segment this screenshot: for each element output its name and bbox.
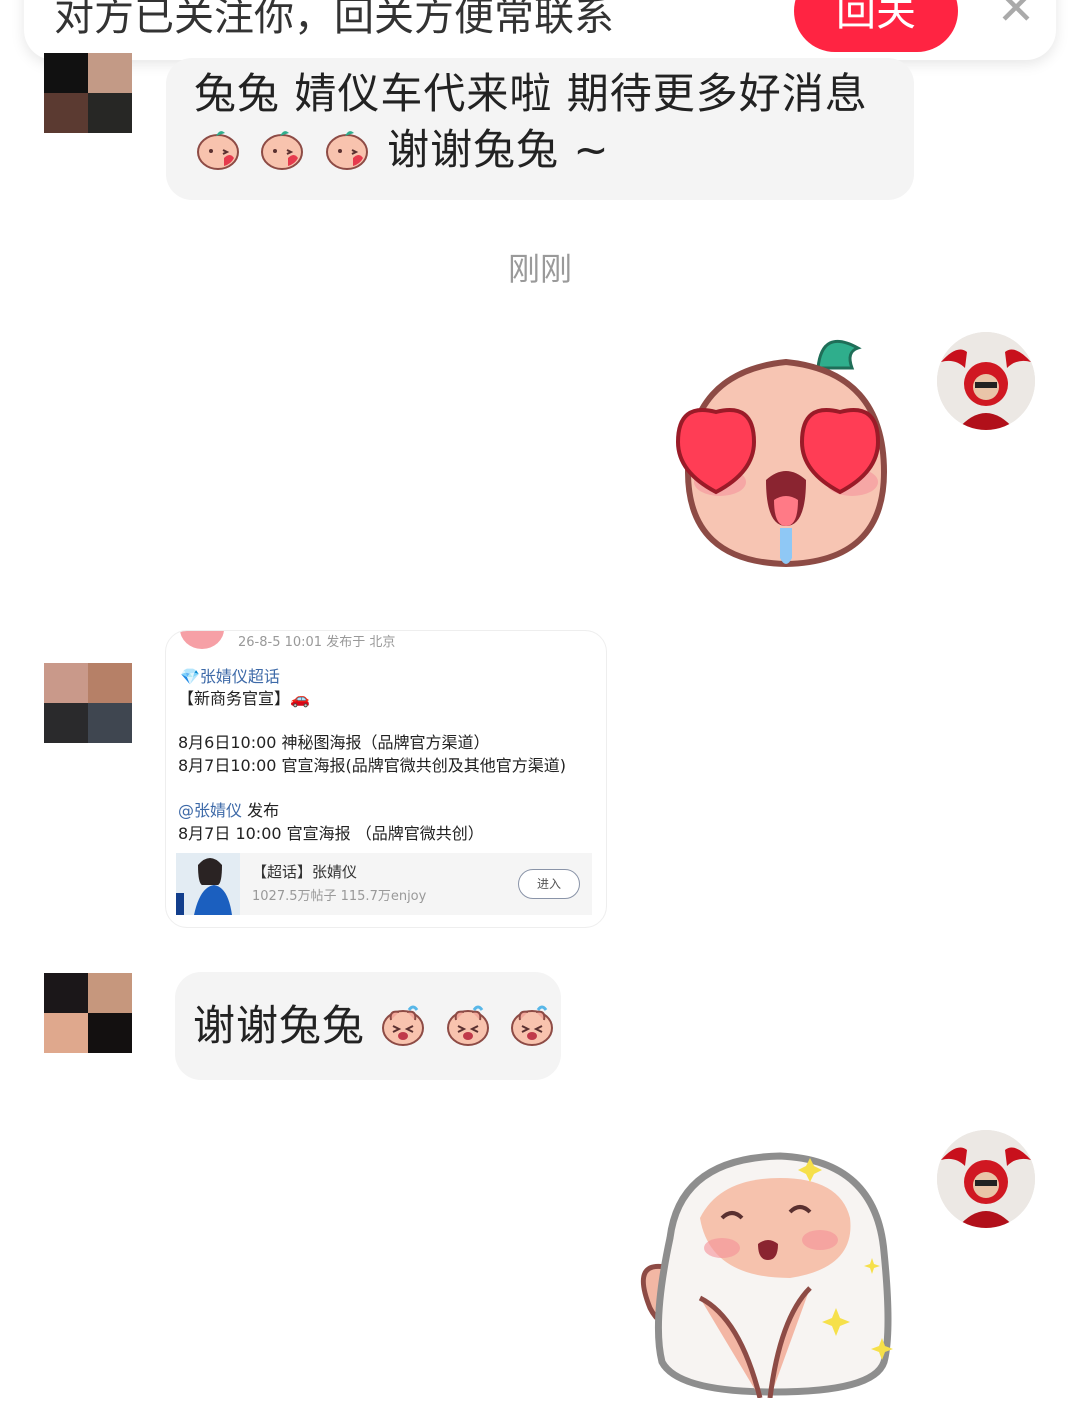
praying-sticker[interactable]	[640, 1148, 900, 1402]
follow-banner-text: 对方已关注你，回关方便常联系	[54, 0, 614, 40]
kiss-emoji-icon	[194, 125, 387, 174]
message-text: 兔兔 婧仪车代来啦 期待更多好消息	[194, 69, 868, 118]
supertopic-thumbnail	[176, 853, 240, 915]
post-line: 8月7日10:00 官宣海报(品牌官微共创及其他官方渠道)	[178, 756, 567, 775]
contact-avatar[interactable]	[44, 53, 132, 133]
self-avatar[interactable]	[937, 332, 1035, 430]
post-mention[interactable]: @张婧仪	[178, 801, 242, 820]
self-avatar[interactable]	[937, 1130, 1035, 1228]
message-bubble[interactable]: 兔兔 婧仪车代来啦 期待更多好消息 谢谢兔兔 ~	[166, 58, 914, 200]
post-topic[interactable]: 💎张婧仪超话	[180, 663, 280, 687]
supertopic-preview[interactable]: 【超话】张婧仪 1027.5万帖子 115.7万enjoy 进入	[176, 853, 592, 915]
close-icon[interactable]: ✕	[996, 0, 1036, 31]
message-text: 谢谢兔兔 ~	[387, 125, 610, 174]
post-line: 8月6日10:00 神秘图海报（品牌官方渠道）	[178, 733, 490, 752]
supertopic-title: 【超话】张婧仪	[252, 863, 358, 881]
message-bubble[interactable]: 谢谢兔兔	[175, 972, 561, 1080]
follow-banner: 对方已关注你，回关方便常联系 回关 ✕	[24, 0, 1056, 60]
message-text: 谢谢兔兔	[193, 1001, 366, 1050]
post-line: 8月7日 10:00 官宣海报 （品牌官微共创）	[178, 824, 484, 843]
contact-avatar[interactable]	[44, 973, 132, 1053]
post-mention-suffix: 发布	[242, 801, 280, 820]
heart-eyes-sticker[interactable]	[668, 332, 904, 584]
supertopic-stats: 1027.5万帖子 115.7万enjoy	[252, 889, 427, 904]
enter-button[interactable]: 进入	[518, 869, 580, 899]
crying-emoji-icon	[379, 1001, 558, 1050]
post-headline: 【新商务官宣】🚗	[178, 689, 310, 708]
shared-post-card[interactable]: 26-8-5 10:01 发布于 北京 💎张婧仪超话 【新商务官宣】🚗 8月6日…	[165, 630, 607, 928]
contact-avatar[interactable]	[44, 663, 132, 743]
follow-back-button[interactable]: 回关	[794, 0, 958, 52]
post-author-avatar	[180, 631, 224, 649]
timestamp: 刚刚	[507, 250, 572, 288]
post-meta: 26-8-5 10:01 发布于 北京	[238, 635, 396, 650]
